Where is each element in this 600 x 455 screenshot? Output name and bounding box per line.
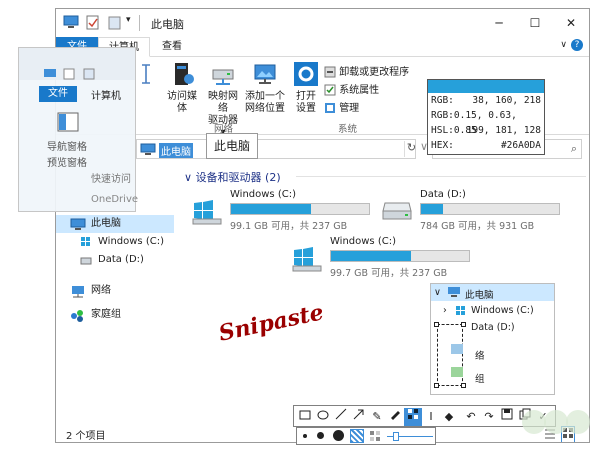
brush-settings-toolbar	[296, 427, 436, 445]
site-watermark	[470, 400, 595, 450]
nav-item-network[interactable]: 网络	[56, 282, 174, 300]
rename-icon[interactable]	[139, 63, 153, 88]
refresh-icon[interactable]: ↻	[404, 141, 418, 157]
arrow-tool-icon[interactable]	[350, 408, 368, 426]
ghost-preview-pane-label: 预览窗格	[47, 158, 87, 169]
computer-icon	[447, 286, 461, 301]
system-properties-button[interactable]: 系统属性	[324, 81, 379, 96]
tab-view[interactable]: 查看	[152, 37, 192, 57]
ghost-quick-access-label: 快速访问	[91, 174, 131, 185]
window-title: 此电脑	[151, 18, 184, 31]
search-icon: ⌕	[570, 142, 577, 155]
eraser-tool-icon[interactable]: ◆	[440, 408, 458, 426]
check-icon	[324, 84, 336, 96]
title-bar: ▾ 此电脑 ─ ☐ ✕	[56, 9, 589, 37]
picker-row: HSL: 199, 181, 128	[431, 125, 541, 136]
nav-item-windows-c[interactable]: Windows (C:)	[56, 233, 174, 251]
drive-icon	[80, 255, 92, 273]
slider-handle[interactable]	[393, 432, 399, 441]
drive-usage-bar	[230, 203, 370, 215]
color-picker-panel: RGB: 38, 160, 218 RGB: 0.15, 0.63, 0.85 HS…	[427, 79, 545, 155]
drive-usage-bar	[420, 203, 560, 215]
new-folder-icon[interactable]	[108, 15, 122, 31]
ghost-tab-computer: 计算机	[91, 91, 121, 102]
drive-icon	[381, 199, 413, 226]
pencil-tool-icon[interactable]: ✎	[368, 408, 386, 426]
add-network-location-button[interactable]: 添加一个 网络位置	[244, 61, 286, 115]
system-group-label: 系统	[338, 124, 358, 135]
blur-icon[interactable]	[369, 430, 381, 445]
close-icon[interactable]: ✕	[553, 9, 589, 37]
nav-item-data-d[interactable]: Data (D:)	[56, 251, 174, 269]
access-media-button[interactable]: 访问媒体	[164, 61, 200, 115]
drive-windows-c-copy[interactable]: Windows (C:) 99.7 GB 可用，共 237 GB	[291, 236, 491, 280]
text-tool-icon[interactable]: I	[422, 408, 440, 426]
status-text: 2 个项目	[66, 431, 106, 442]
computer-icon	[140, 143, 156, 159]
chevron-right-icon: ›	[443, 305, 447, 316]
network-location-icon	[252, 64, 278, 90]
devices-section-title[interactable]: ∨ 设备和驱动器 (2)	[184, 169, 281, 185]
settings-gear-icon	[293, 62, 319, 90]
ghost-onedrive-label: OneDrive	[91, 194, 139, 205]
address-bar[interactable]: 此电脑	[136, 139, 416, 159]
manage-button[interactable]: 管理	[324, 99, 359, 114]
size-medium-icon[interactable]	[317, 432, 324, 439]
line-tool-icon[interactable]	[332, 408, 350, 426]
chevron-down-icon: ∨	[434, 287, 441, 298]
pinned-snippet[interactable]: 文件 计算机 导航窗格 预览窗格 快速访问 OneDrive	[18, 47, 139, 212]
help-icon[interactable]: ?	[571, 39, 583, 51]
drive-data-d[interactable]: Data (D:) 784 GB 可用，共 931 GB	[381, 189, 581, 233]
uninstall-icon	[324, 66, 336, 78]
mosaic-pattern-icon[interactable]	[350, 429, 364, 443]
address-text[interactable]: 此电脑	[159, 143, 193, 158]
picker-row: RGB: 0.15, 0.63, 0.85	[431, 110, 517, 136]
windows-drive-icon	[291, 242, 323, 275]
maximize-icon[interactable]: ☐	[517, 9, 553, 37]
computer-icon	[63, 15, 79, 31]
picker-row: RGB: 38, 160, 218	[431, 95, 541, 106]
ghost-tab-file: 文件	[39, 86, 77, 102]
uninstall-button[interactable]: 卸载或更改程序	[324, 63, 409, 78]
ghost-nav-pane-label: 导航窗格	[47, 142, 87, 153]
properties-icon	[63, 68, 75, 83]
nav-item-this-pc[interactable]: 此电脑	[56, 215, 174, 233]
tooltip: 此电脑	[206, 133, 258, 159]
chevron-down-icon: ∨	[184, 171, 196, 184]
size-large-icon[interactable]	[333, 430, 344, 441]
windows-drive-icon	[191, 195, 223, 228]
drive-windows-c[interactable]: Windows (C:) 99.1 GB 可用，共 237 GB	[191, 189, 381, 233]
collapse-ribbon-icon[interactable]: ∨	[560, 40, 567, 50]
windows-drive-icon	[455, 305, 466, 319]
homegroup-icon	[70, 309, 86, 329]
new-folder-icon	[83, 68, 95, 83]
size-small-icon[interactable]	[303, 434, 307, 438]
picker-row: HEX: #26A0DA	[431, 140, 541, 151]
network-icon	[70, 285, 86, 305]
tree-snippet: ∨ 此电脑 › Windows (C:) Data (D:) 络 组	[430, 283, 555, 395]
manage-icon	[324, 103, 336, 114]
ellipse-tool-icon[interactable]	[314, 408, 332, 426]
rectangle-tool-icon[interactable]	[296, 408, 314, 426]
marker-tool-icon[interactable]	[386, 408, 404, 426]
network-drive-icon	[210, 69, 236, 90]
mosaic-tool-icon[interactable]	[404, 408, 422, 426]
open-settings-button[interactable]: 打开 设置	[292, 61, 320, 115]
qa-dropdown-icon[interactable]: ▾	[126, 15, 131, 31]
media-server-icon	[169, 63, 195, 90]
computer-icon	[43, 68, 57, 83]
properties-icon[interactable]	[86, 15, 100, 31]
nav-item-homegroup[interactable]: 家庭组	[56, 306, 174, 324]
drive-usage-bar	[330, 250, 470, 262]
pane-layout-icon	[57, 112, 79, 135]
color-swatch	[428, 80, 544, 93]
minimize-icon[interactable]: ─	[481, 9, 517, 37]
